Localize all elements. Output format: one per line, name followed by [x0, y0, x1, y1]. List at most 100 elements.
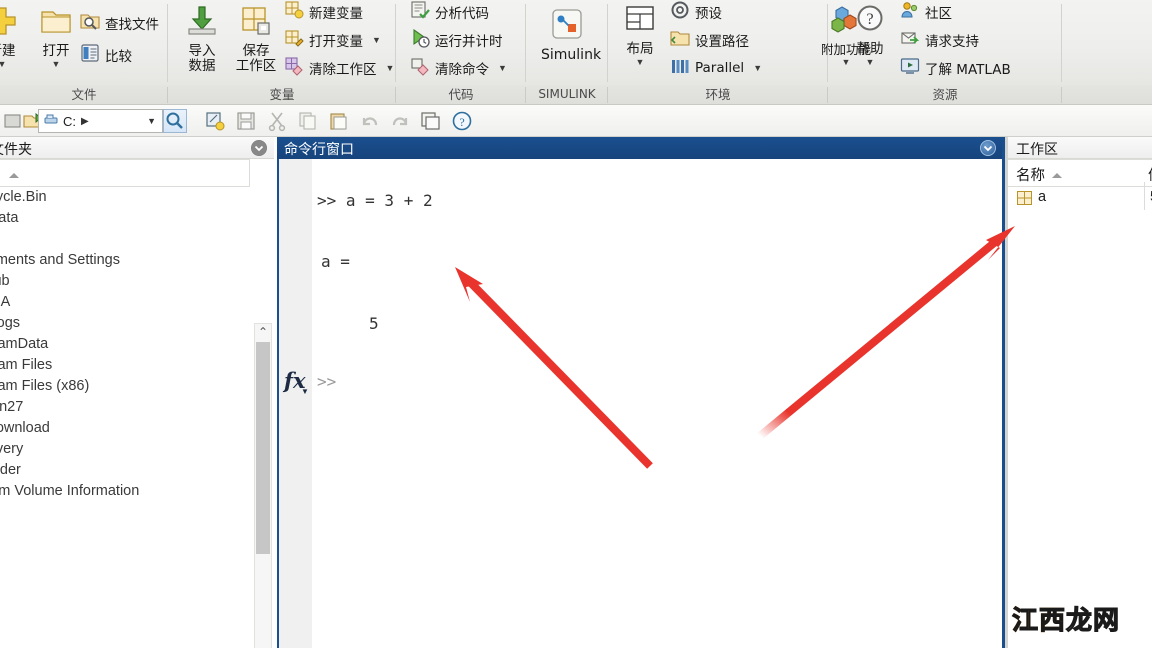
- chevron-down-icon[interactable]: ▼: [147, 116, 156, 126]
- list-item[interactable]: Users: [0, 544, 250, 565]
- table-row[interactable]: a 5: [1008, 187, 1152, 209]
- list-item[interactable]: Boot: [0, 229, 250, 250]
- ribbon-button-request-support[interactable]: 请求支持: [900, 27, 981, 53]
- ribbon-button-clear-workspace[interactable]: 清除工作区 ▼: [284, 55, 396, 81]
- ribbon-button-parallel[interactable]: Parallel ▼: [670, 55, 764, 81]
- redo-icon[interactable]: [389, 110, 411, 132]
- chevron-down-icon[interactable]: ▼: [301, 387, 309, 396]
- address-bar[interactable]: C: ▶ ▼: [38, 109, 163, 133]
- workspace-column-value: 值: [1148, 164, 1152, 185]
- chevron-up-icon[interactable]: ⌃: [255, 324, 271, 340]
- ribbon-button-set-path-label: 设置路径: [695, 34, 749, 50]
- list-item[interactable]: QMDownload: [0, 418, 250, 439]
- print-icon[interactable]: [420, 110, 442, 132]
- open-variable-icon: [284, 28, 304, 53]
- command-output-value: 5: [369, 314, 379, 333]
- list-item[interactable]: Recovery: [0, 439, 250, 460]
- browse-folder-button[interactable]: [163, 109, 187, 133]
- ribbon-button-parallel-label: Parallel: [695, 60, 745, 76]
- find-files-icon: [80, 11, 100, 36]
- list-item[interactable]: Program Files: [0, 355, 250, 376]
- address-value: C:: [63, 113, 76, 129]
- ribbon-button-new-variable-label: 新建变量: [309, 6, 363, 22]
- svg-text:?: ?: [459, 115, 464, 129]
- copy-icon[interactable]: [297, 110, 319, 132]
- ribbon-button-set-path[interactable]: 设置路径: [670, 27, 751, 53]
- list-item[interactable]: ProgramData: [0, 334, 250, 355]
- list-item[interactable]: $Recycle.Bin: [0, 187, 250, 208]
- chevron-down-icon[interactable]: ▼: [498, 63, 507, 73]
- command-window-titlebar: 命令行窗口: [277, 137, 1005, 159]
- chevron-down-icon[interactable]: ▼: [30, 59, 82, 69]
- workspace-column-name: 名称: [1016, 168, 1045, 184]
- ribbon-button-analyze-code-label: 分析代码: [435, 6, 489, 22]
- chevron-down-icon[interactable]: ▼: [614, 57, 666, 67]
- scrollbar-thumb[interactable]: [256, 342, 270, 554]
- ribbon-button-new[interactable]: 新建 ▼: [0, 2, 28, 82]
- ribbon-button-compare[interactable]: 比较: [80, 42, 134, 68]
- folder-up-icon[interactable]: [2, 110, 24, 132]
- ribbon-button-learn-matlab[interactable]: 了解 MATLAB: [900, 55, 1013, 81]
- list-item[interactable]: Python27: [0, 397, 250, 418]
- panel-collapse-icon[interactable]: [251, 140, 267, 156]
- workspace-panel: 工作区 名称 值 a 5: [1008, 137, 1152, 648]
- command-input-line: >> a = 3 + 2: [317, 191, 433, 210]
- list-item[interactable]: NVIDIA: [0, 292, 250, 313]
- cut-icon[interactable]: [266, 110, 288, 132]
- help-icon[interactable]: ?: [451, 110, 473, 132]
- ribbon-button-analyze-code[interactable]: 分析代码: [410, 0, 491, 25]
- chevron-down-icon[interactable]: ▼: [753, 63, 762, 73]
- chevron-down-icon[interactable]: ▼: [386, 63, 395, 73]
- list-item[interactable]: Program Files (x86): [0, 376, 250, 397]
- ribbon-button-preferences-label: 预设: [695, 6, 722, 22]
- workspace-title: 工作区: [1016, 142, 1058, 158]
- ribbon-button-clear-commands[interactable]: 清除命令 ▼: [410, 55, 509, 81]
- group-label-file: 文件: [71, 87, 97, 102]
- workspace-titlebar: 工作区: [1008, 137, 1152, 159]
- ribbon-button-import-data[interactable]: 导入 数据: [176, 2, 228, 82]
- list-item[interactable]: Documents and Settings: [0, 250, 250, 271]
- ribbon-button-simulink[interactable]: Simulink: [541, 6, 601, 85]
- ribbon-button-save-workspace[interactable]: 保存 工作区: [230, 2, 282, 82]
- workspace-column-headers[interactable]: 名称 值: [1008, 159, 1152, 210]
- ribbon-button-open[interactable]: 打开 ▼: [30, 2, 82, 82]
- list-item[interactable]: Uploader: [0, 460, 250, 481]
- svg-text:?: ?: [866, 11, 873, 28]
- ribbon-button-find-files[interactable]: 查找文件: [80, 10, 161, 36]
- request-support-icon: [900, 28, 920, 53]
- panel-options-icon[interactable]: [980, 140, 996, 156]
- chevron-down-icon[interactable]: ▼: [0, 59, 28, 69]
- import-data-icon: [176, 4, 228, 43]
- ribbon-button-layout[interactable]: 布局 ▼: [614, 2, 666, 82]
- simulink-icon: [541, 8, 593, 47]
- undo-icon[interactable]: [359, 110, 381, 132]
- list-item[interactable]: AppData: [0, 208, 250, 229]
- ribbon-button-open-variable[interactable]: 打开变量 ▼: [284, 27, 383, 53]
- chevron-down-icon[interactable]: ▼: [372, 35, 381, 45]
- clear-commands-icon: [410, 56, 430, 81]
- list-item[interactable]: tmp: [0, 502, 250, 523]
- paste-icon[interactable]: [328, 110, 350, 132]
- new-script-icon[interactable]: [204, 110, 226, 132]
- ribbon-button-run-and-time[interactable]: 运行并计时: [410, 27, 505, 53]
- ribbon-button-save-workspace-label2: 工作区: [235, 58, 277, 74]
- chevron-down-icon[interactable]: ▼: [844, 57, 896, 67]
- file-list[interactable]: $Recycle.Bin AppData Boot Documents and …: [0, 187, 250, 648]
- list-item[interactable]: PerfLogs: [0, 313, 250, 334]
- file-column-header[interactable]: 名称: [0, 159, 250, 187]
- ribbon-group-resources: 附加功能 ▼ ? 帮助 ▼ 社区 请求支持 了解 MATLAB: [821, 0, 1062, 85]
- ribbon-button-community[interactable]: 社区: [900, 0, 954, 25]
- list-item[interactable]: inetpub: [0, 271, 250, 292]
- ribbon-button-help[interactable]: ? 帮助 ▼: [844, 2, 896, 82]
- command-prompt[interactable]: >>: [317, 372, 336, 391]
- ribbon-button-preferences[interactable]: 预设: [670, 0, 724, 25]
- save-icon[interactable]: [235, 110, 257, 132]
- file-list-scrollbar[interactable]: ⌃ ⌄: [254, 323, 272, 648]
- ribbon-button-help-label: 帮助: [856, 41, 884, 57]
- current-folder-panel: 当前文件夹 名称 $Recycle.Bin AppData Boot Docum…: [0, 137, 274, 648]
- list-item[interactable]: TO: [0, 523, 250, 544]
- help-circle-icon: ?: [844, 4, 896, 41]
- list-item[interactable]: System Volume Information: [0, 481, 250, 502]
- command-window-body[interactable]: >> a = 3 + 2 a = 5 fx ▼ >>: [277, 159, 1005, 648]
- ribbon-button-new-variable[interactable]: 新建变量: [284, 0, 365, 25]
